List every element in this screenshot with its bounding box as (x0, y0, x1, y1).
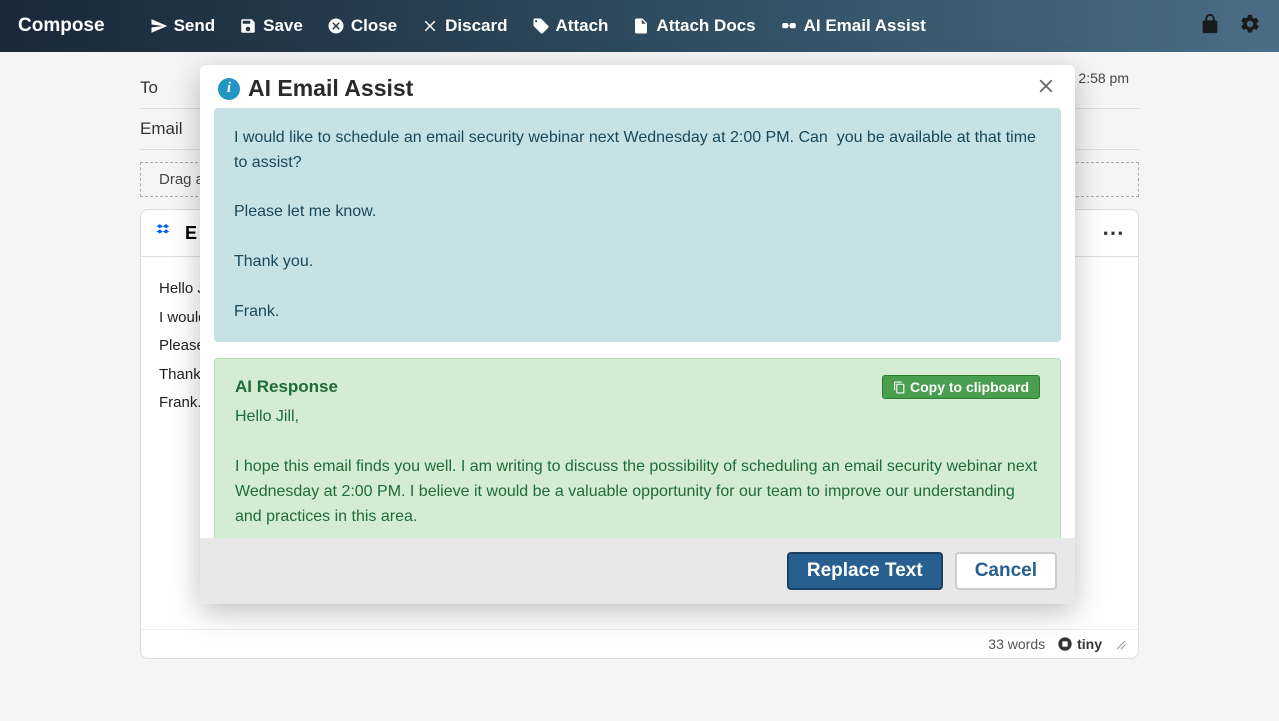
resize-handle-icon[interactable] (1114, 638, 1126, 650)
cancel-button[interactable]: Cancel (955, 552, 1057, 590)
dropbox-icon[interactable] (155, 222, 173, 245)
tag-icon (532, 17, 550, 35)
modal-body[interactable]: I would like to schedule an email securi… (200, 108, 1075, 538)
tiny-brand[interactable]: tiny (1057, 636, 1102, 652)
gear-icon[interactable] (1239, 13, 1261, 40)
send-button[interactable]: Send (150, 16, 216, 36)
response-title: AI Response (235, 377, 338, 397)
response-text: Hello Jill, I hope this email finds you … (235, 405, 1040, 538)
x-icon (421, 17, 439, 35)
lock-icon[interactable] (1199, 13, 1221, 40)
send-icon (150, 17, 168, 35)
close-circle-icon (327, 17, 345, 35)
tiny-logo-icon (1057, 636, 1073, 652)
editor-more-icon[interactable]: ⋯ (1102, 220, 1124, 246)
toolbar-actions: Send Save Close Discard Attach Attach Do… (150, 16, 926, 36)
save-button[interactable]: Save (239, 16, 303, 36)
copy-to-clipboard-button[interactable]: Copy to clipboard (882, 375, 1040, 399)
ai-assist-button[interactable]: AI Email Assist (780, 16, 926, 36)
modal-footer: Replace Text Cancel (200, 538, 1075, 604)
file-icon (632, 17, 650, 35)
timestamp: 2:58 pm (1078, 70, 1129, 86)
attach-docs-button[interactable]: Attach Docs (632, 16, 755, 36)
response-header: AI Response Copy to clipboard (235, 375, 1040, 399)
info-icon: i (218, 78, 240, 100)
toolbar-right (1199, 13, 1261, 40)
editor-footer: 33 words tiny (141, 629, 1138, 658)
modal-close-button[interactable] (1035, 75, 1057, 102)
ai-assist-modal: i AI Email Assist I would like to schedu… (200, 65, 1075, 604)
modal-title: AI Email Assist (248, 75, 413, 102)
save-icon (239, 17, 257, 35)
ai-response-box: AI Response Copy to clipboard Hello Jill… (214, 358, 1061, 538)
compose-toolbar: Compose Send Save Close Discard Attach A… (0, 0, 1279, 52)
close-icon (1035, 75, 1057, 97)
replace-text-button[interactable]: Replace Text (787, 552, 943, 590)
ai-input-box: I would like to schedule an email securi… (214, 108, 1061, 342)
modal-header: i AI Email Assist (200, 65, 1075, 108)
word-count: 33 words (988, 636, 1045, 652)
close-button[interactable]: Close (327, 16, 397, 36)
discard-button[interactable]: Discard (421, 16, 507, 36)
attach-button[interactable]: Attach (532, 16, 609, 36)
page-title: Compose (18, 15, 105, 37)
glasses-icon (780, 17, 798, 35)
editor-format-letter: E (185, 223, 197, 244)
clipboard-icon (893, 381, 906, 394)
